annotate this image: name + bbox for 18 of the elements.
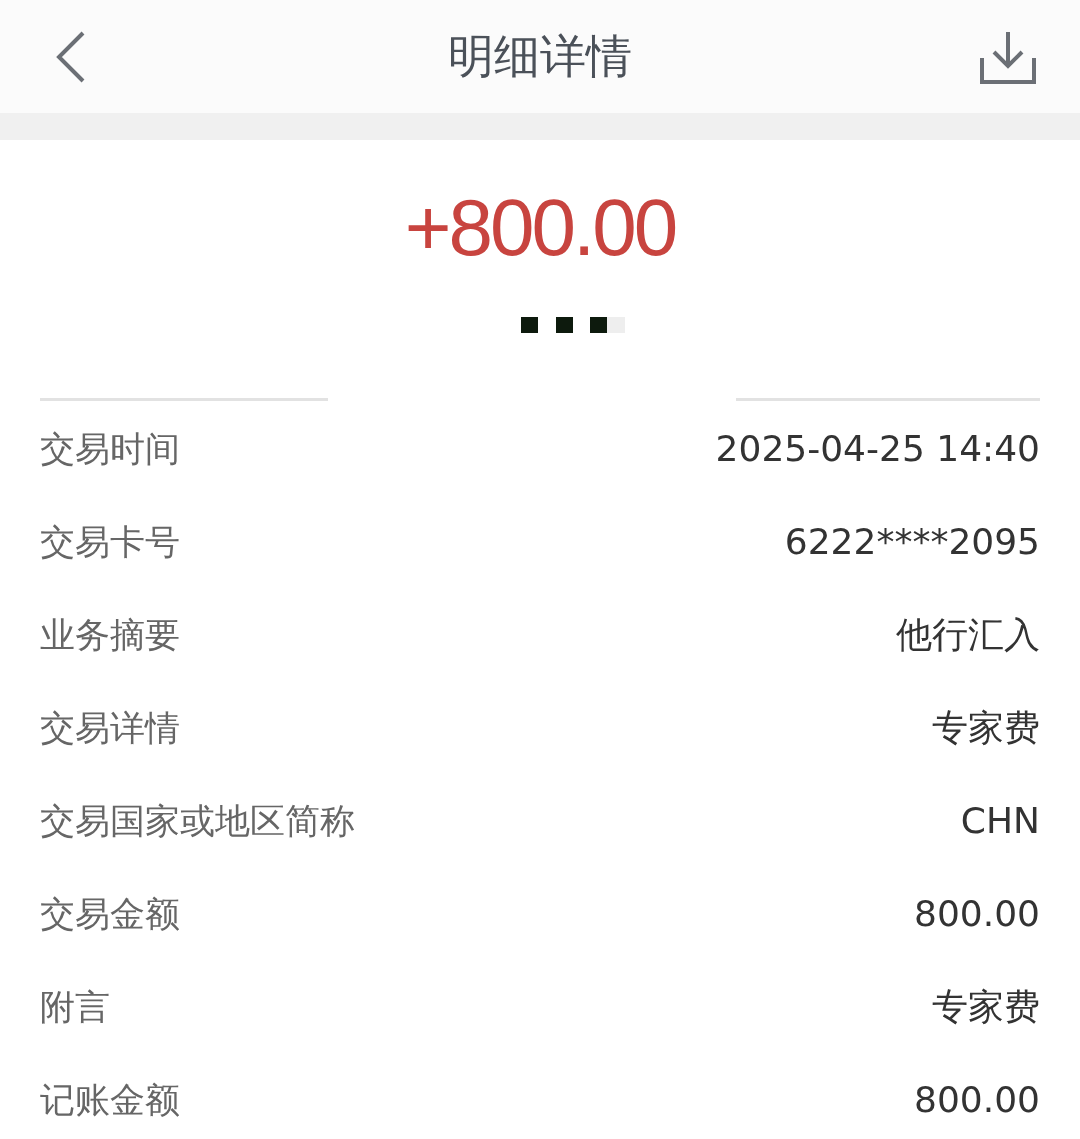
detail-value: 2025-04-25 14:40	[715, 427, 1040, 471]
detail-value: CHN	[960, 799, 1040, 843]
transaction-amount: +800.00	[404, 188, 676, 268]
detail-label: 交易时间	[40, 428, 180, 471]
detail-label: 附言	[40, 986, 110, 1029]
detail-value: 他行汇入	[896, 613, 1040, 657]
detail-value: 专家费	[932, 985, 1040, 1029]
detail-label: 交易金额	[40, 893, 180, 936]
detail-label: 记账金额	[40, 1079, 180, 1122]
detail-value: 专家费	[932, 706, 1040, 750]
detail-value: 6222****2095	[784, 520, 1040, 564]
detail-label: 业务摘要	[40, 614, 180, 657]
detail-label: 交易国家或地区简称	[40, 800, 355, 843]
detail-value: 800.00	[914, 1078, 1040, 1122]
detail-label: 交易卡号	[40, 521, 180, 564]
page-title: 明细详情	[448, 28, 632, 85]
detail-value: 800.00	[914, 892, 1040, 936]
detail-label: 交易详情	[40, 707, 180, 750]
